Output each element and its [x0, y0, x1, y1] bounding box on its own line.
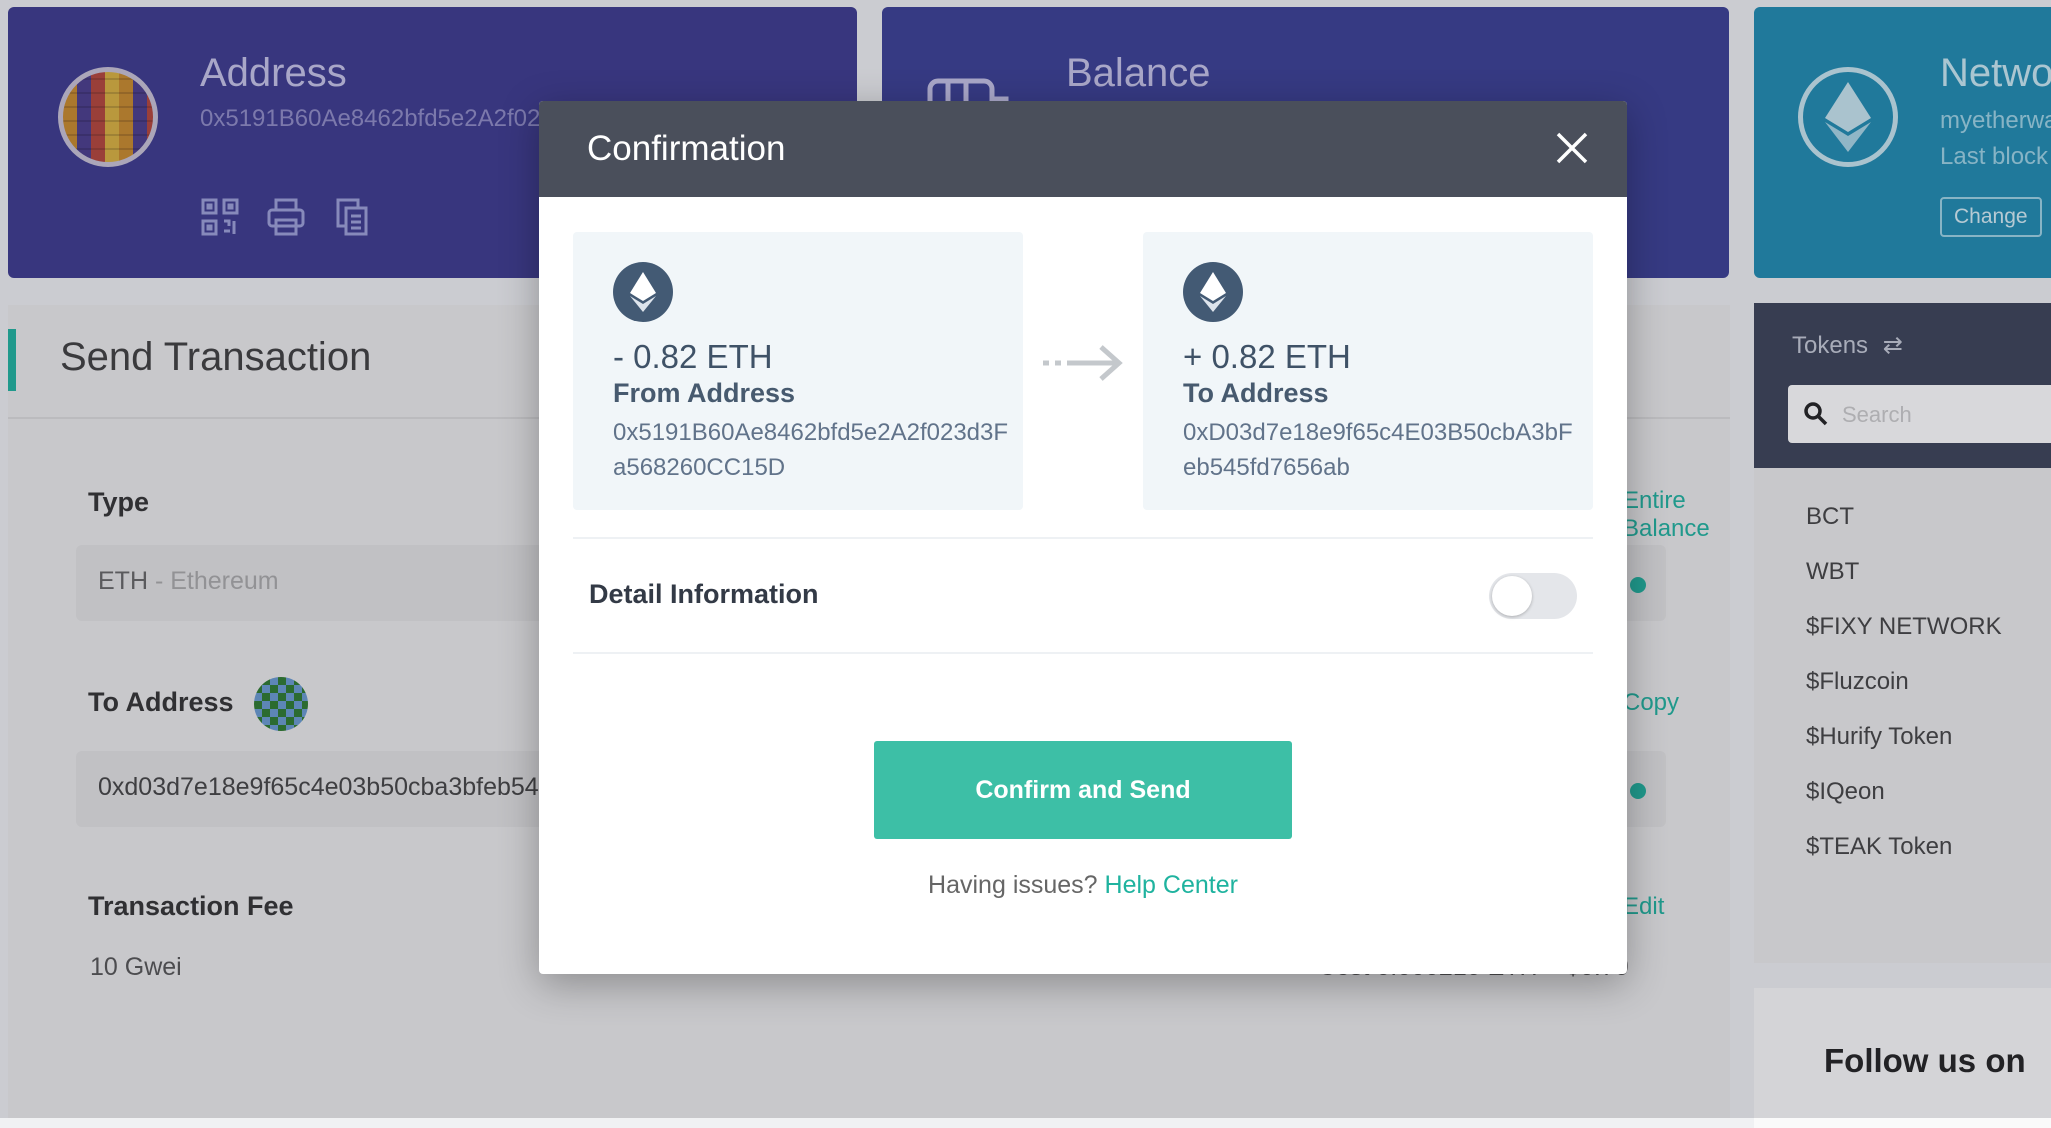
help-center-link[interactable]: Help Center [1105, 871, 1238, 899]
to-label: To Address [1183, 378, 1329, 408]
confirm-and-send-button[interactable]: Confirm and Send [874, 741, 1292, 839]
arrow-right-icon [1043, 345, 1123, 381]
issues-text: Having issues? [928, 871, 1098, 899]
page: Address 0x5191B60Ae8462bfd5e2A2f023d3Fa5… [0, 0, 2051, 1128]
from-amount: - 0.82 ETH [613, 338, 773, 375]
to-amount: + 0.82 ETH [1183, 338, 1351, 375]
from-address: 0x5191B60Ae8462bfd5e2A2f023d3Fa568260CC1… [613, 419, 1009, 481]
from-label: From Address [613, 378, 796, 408]
modal-title: Confirmation [587, 129, 786, 168]
from-summary: - 0.82 ETH From Address 0x5191B60Ae8462b… [573, 232, 1023, 510]
to-address: 0xD03d7e18e9f65c4E03B50cbA3bFeb545fd7656… [1183, 419, 1573, 481]
to-summary: + 0.82 ETH To Address 0xD03d7e18e9f65c4E… [1143, 232, 1593, 510]
help-line: Having issues? Help Center [539, 871, 1627, 900]
eth-icon [1183, 262, 1243, 322]
divider [573, 652, 1593, 654]
eth-icon [613, 262, 673, 322]
close-icon[interactable] [1553, 129, 1591, 167]
detail-information-label: Detail Information [589, 579, 819, 609]
detail-information-toggle[interactable] [1489, 573, 1577, 619]
confirmation-modal: Confirmation - 0.82 ETH From Address 0x5… [539, 101, 1627, 974]
divider [573, 537, 1593, 539]
modal-header: Confirmation [539, 101, 1627, 197]
toggle-knob [1492, 576, 1532, 616]
